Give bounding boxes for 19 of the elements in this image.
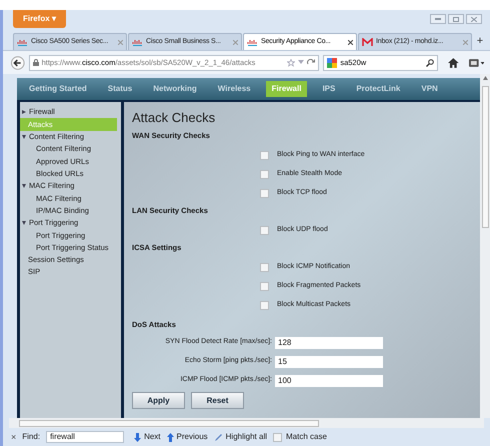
match-case-label: Match case: [286, 431, 327, 443]
input-field[interactable]: 128: [275, 336, 383, 348]
find-label: Find:: [22, 431, 40, 443]
find-field[interactable]: firewall: [46, 431, 124, 443]
close-find-button[interactable]: ×: [11, 432, 16, 442]
page-title: Attack Checks: [132, 109, 216, 127]
form-button[interactable]: Apply: [132, 392, 185, 409]
input-field[interactable]: 100: [275, 374, 383, 386]
nav-tab[interactable]: Getting Started: [23, 81, 93, 97]
form-button[interactable]: Reset: [191, 392, 244, 409]
nav-tab[interactable]: Networking: [147, 81, 203, 97]
nav-tab[interactable]: ProtectLink: [350, 81, 406, 97]
nav-tab[interactable]: Status: [102, 81, 138, 97]
nav-tab[interactable]: Wireless: [212, 81, 257, 97]
input-field[interactable]: 15: [275, 356, 383, 368]
highlight-all-button[interactable]: Highlight all: [214, 431, 267, 443]
next-button[interactable]: Next: [134, 431, 161, 443]
previous-button[interactable]: Previous: [166, 431, 208, 443]
new-tab-button[interactable]: +: [473, 33, 487, 50]
